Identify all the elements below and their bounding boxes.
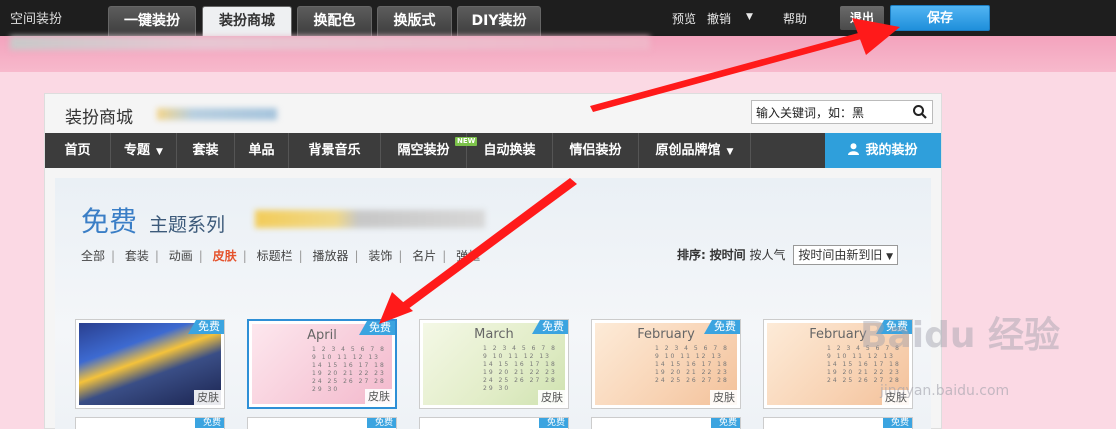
nav-items[interactable]: 单品 — [235, 133, 289, 168]
undo-dropdown-icon[interactable]: ▼ — [746, 12, 753, 22]
nav-brand-hall-label: 原创品牌馆 — [655, 143, 721, 158]
sort-by-popularity[interactable]: 按人气 — [749, 248, 785, 262]
nav-bg-music-label: 背景音乐 — [308, 143, 361, 158]
nav-auto-change[interactable]: 自动换装 — [467, 133, 553, 168]
type-tag: 皮肤 — [365, 389, 393, 405]
top-toolbar: 空间装扮 一键装扮 装扮商城 换配色 换版式 DIY装扮 预览 撤销 ▼ 帮助 … — [0, 0, 1116, 36]
space-banner — [0, 36, 1116, 72]
calendar-grid: 1 2 3 4 5 6 7 8 9 10 11 12 13 14 15 16 1… — [312, 346, 386, 393]
free-tag: 免费 — [538, 418, 568, 428]
filter-suits[interactable]: 套装 — [125, 249, 149, 263]
nav-auto-change-label: 自动换装 — [483, 143, 536, 158]
tab-change-color[interactable]: 换配色 — [297, 6, 372, 36]
my-dress-button[interactable]: 我的装扮 — [825, 133, 941, 168]
nav-suits-label: 套装 — [192, 143, 219, 158]
theme-card[interactable]: March 1 2 3 4 5 6 7 8 9 10 11 12 13 14 1… — [419, 319, 569, 409]
tab-dress-mall[interactable]: 装扮商城 — [202, 6, 292, 36]
calendar-grid: 1 2 3 4 5 6 7 8 9 10 11 12 13 14 15 16 1… — [655, 345, 729, 384]
blurred-username — [157, 108, 277, 120]
category-filter: 全部 | 套装 | 动画 | 皮肤 | 标题栏 | 播放器 | 装饰 | 名片 | 弹框 — [81, 249, 481, 263]
mall-navbar: 首页 专题 ▼ 套装 单品 背景音乐 隔空装扮 NEW 自动换装 情侣装扮 原创品牌… — [45, 133, 941, 168]
theme-card-row2[interactable]: 免费 — [419, 417, 569, 429]
type-tag: 皮肤 — [194, 390, 222, 406]
tab-one-click-dress[interactable]: 一键装扮 — [108, 6, 196, 36]
chevron-down-icon: ▼ — [156, 147, 163, 157]
type-tag: 皮肤 — [538, 390, 566, 406]
filter-animation[interactable]: 动画 — [169, 249, 193, 263]
filter-decor[interactable]: 装饰 — [368, 249, 392, 263]
section-title-series: 主题系列 — [149, 214, 226, 236]
search-input[interactable] — [752, 101, 908, 123]
blurred-subtitle — [255, 210, 485, 228]
theme-card[interactable]: 免费 皮肤 — [75, 319, 225, 409]
filter-card[interactable]: 名片 — [412, 249, 436, 263]
preview-link[interactable]: 预览 — [672, 10, 696, 27]
exit-button[interactable]: 退出 — [840, 6, 884, 30]
section-title-free: 免费 — [81, 205, 138, 238]
nav-topics[interactable]: 专题 ▼ — [111, 133, 177, 168]
nav-couple-dress[interactable]: 情侣装扮 — [553, 133, 639, 168]
filter-skin[interactable]: 皮肤 — [213, 249, 237, 263]
type-tag: 皮肤 — [710, 390, 738, 406]
nav-items-label: 单品 — [248, 143, 275, 158]
app-title: 空间装扮 — [10, 12, 63, 27]
free-tag: 免费 — [366, 418, 396, 428]
search-icon[interactable] — [912, 104, 928, 120]
nav-remote-dress[interactable]: 隔空装扮 NEW — [381, 133, 478, 168]
free-tag: 免费 — [194, 418, 224, 428]
search-box — [751, 100, 933, 124]
free-tag: 免费 — [882, 418, 912, 428]
theme-card-row2[interactable]: 免费 — [763, 417, 913, 429]
panel-title: 装扮商城 — [65, 108, 133, 128]
calendar-grid: 1 2 3 4 5 6 7 8 9 10 11 12 13 14 15 16 1… — [483, 345, 557, 392]
nav-home[interactable]: 首页 — [45, 133, 111, 168]
free-tag: 免费 — [710, 418, 740, 428]
nav-remote-dress-label: 隔空装扮 — [397, 143, 450, 158]
sort-label: 排序: — [677, 248, 706, 262]
sort-by-time[interactable]: 按时间 — [710, 248, 746, 262]
nav-bg-music[interactable]: 背景音乐 — [289, 133, 381, 168]
sort-select-value: 按时间由新到旧 — [798, 248, 883, 262]
user-icon — [848, 143, 860, 155]
tab-change-layout[interactable]: 换版式 — [377, 6, 452, 36]
theme-card[interactable]: February 1 2 3 4 5 6 7 8 9 10 11 12 13 1… — [591, 319, 741, 409]
undo-link[interactable]: 撤销 — [707, 10, 731, 27]
help-link[interactable]: 帮助 — [783, 10, 807, 27]
filter-player[interactable]: 播放器 — [312, 249, 348, 263]
nav-topics-label: 专题 — [124, 143, 151, 158]
theme-card-row2[interactable]: 免费 — [247, 417, 397, 429]
tab-diy-dress[interactable]: DIY装扮 — [457, 6, 541, 36]
theme-card-row2[interactable]: 免费 — [591, 417, 741, 429]
filter-all[interactable]: 全部 — [81, 249, 105, 263]
save-button[interactable]: 保存 — [890, 5, 990, 31]
theme-card-row2[interactable]: 免费 — [75, 417, 225, 429]
chevron-down-icon: ▼ — [726, 147, 734, 157]
filter-title-bar[interactable]: 标题栏 — [257, 249, 293, 263]
watermark-url: jingyan.baidu.com — [880, 383, 1010, 399]
nav-suits[interactable]: 套装 — [177, 133, 235, 168]
blurred-banner-text — [10, 36, 650, 50]
chevron-down-icon: ▼ — [886, 252, 894, 262]
sort-bar: 排序: 按时间 按人气 按时间由新到旧 ▼ — [677, 245, 899, 265]
filter-popup[interactable]: 弹框 — [456, 249, 480, 263]
nav-brand-hall[interactable]: 原创品牌馆 ▼ — [639, 133, 751, 168]
sort-select[interactable]: 按时间由新到旧 ▼ — [793, 245, 899, 265]
my-dress-label: 我的装扮 — [865, 143, 918, 158]
dress-mall-panel: 装扮商城 首页 专题 ▼ 套装 单品 背景音乐 隔空装扮NEW 自动换装 情侣装扮… — [44, 93, 942, 429]
theme-card-selected[interactable]: April 1 2 3 4 5 6 7 8 9 10 11 12 13 14 1… — [247, 319, 397, 409]
baidu-watermark: Baidu 经验 — [860, 315, 1061, 356]
nav-couple-dress-label: 情侣装扮 — [569, 143, 622, 158]
nav-home-label: 首页 — [64, 143, 91, 158]
